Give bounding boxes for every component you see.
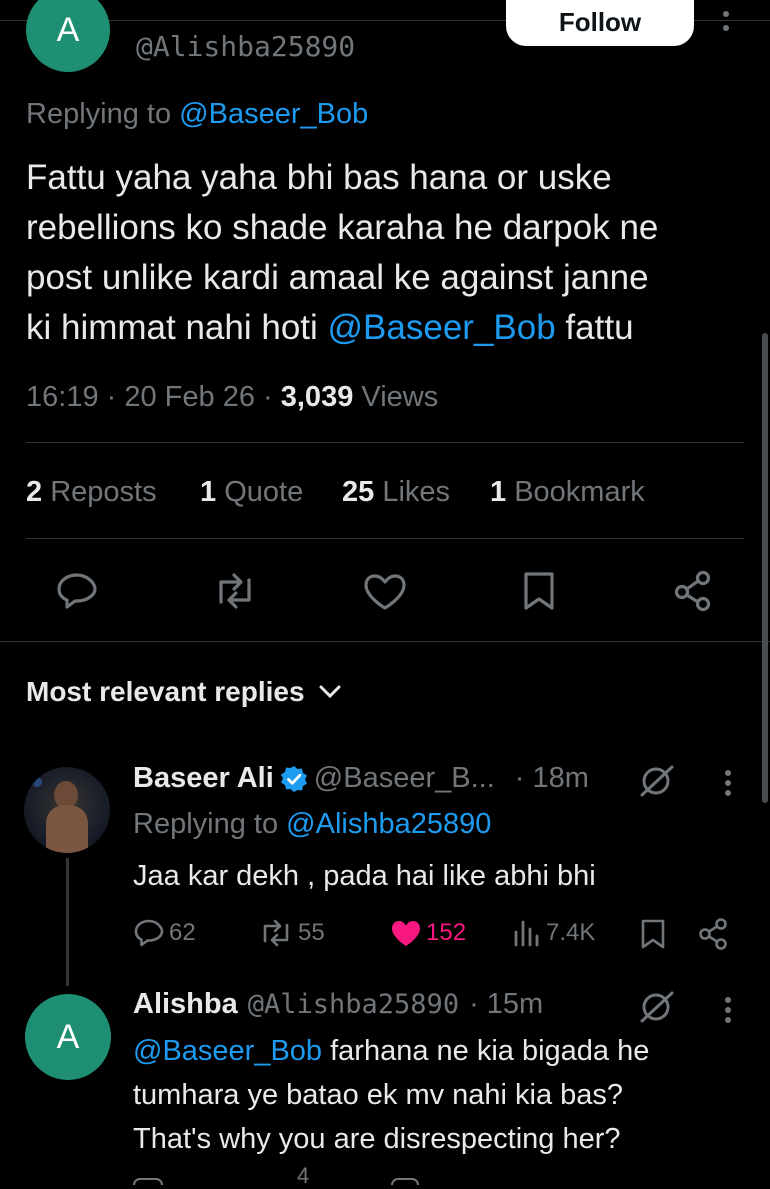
views-count: 3,039 [280,381,354,413]
reply-likes-count: 152 [426,919,467,946]
repost-small-icon [258,918,294,948]
share-icon[interactable] [672,570,714,612]
reply-text-line: tumhara ye batao ek mv nahi kia bas? [133,1079,624,1111]
repost-icon[interactable] [212,572,258,610]
verified-badge-icon [280,765,308,793]
views-label: Views [361,381,439,413]
sort-replies-selector[interactable]: Most relevant replies [26,676,341,708]
tweet-text-line: post unlike kardi amaal ke against janne [26,258,649,297]
reply-mention[interactable]: @Baseer_Bob [133,1035,322,1067]
reply-more-icon[interactable] [720,768,736,800]
reply-more-icon[interactable] [720,995,736,1027]
reply-time: · 18m [514,762,589,794]
replying-to-mention[interactable]: @Baseer_Bob [179,98,368,130]
reply-share-icon[interactable] [697,917,729,951]
reply-text: Jaa kar dekh , pada hai like abhi bhi [133,860,596,892]
reply-header: Baseer Ali @Baseer_B... · 18m [133,762,589,795]
tweet-time: 16:19 [26,381,99,413]
quotes-label: Quote [224,476,304,508]
chevron-down-icon [319,685,341,699]
grok-icon[interactable] [638,989,676,1025]
reply-text-line: @Baseer_Bob farhana ne kia bigada he [133,1029,649,1073]
tweet-text-line: Fattu yaha yaha bhi bas hana or uske [26,158,612,197]
reply-author-handle[interactable]: @Baseer_B... [314,762,495,795]
heart-filled-icon [390,918,422,948]
grok-icon[interactable] [638,763,676,799]
quotes-count: 1 [200,476,217,508]
reposts-stat[interactable]: 2 Reposts [26,476,157,509]
reply-partial-count: 4 [297,1163,310,1188]
meta-divider [26,442,744,443]
reply-replying-to: Replying to @Alishba25890 [133,808,491,841]
reply-replying-mention[interactable]: @Alishba25890 [286,808,491,840]
reply-avatar-baseer[interactable] [24,767,110,853]
bookmarks-label: Bookmark [514,476,645,508]
reply-action-replies[interactable]: 62 [133,918,196,948]
reposts-label: Reposts [50,476,157,508]
reply-action-likes[interactable]: 152 [390,918,466,948]
author-avatar[interactable]: A [26,0,110,72]
tweet-text-segment: fattu [555,308,634,347]
reply-text: @Baseer_Bob farhana ne kia bigada he tum… [133,1029,649,1161]
thread-line [66,858,69,986]
reply-replying-prefix: Replying to [133,808,287,840]
reply-small-icon [133,918,165,948]
tweet-meta: 16:19 · 20 Feb 26 · 3,039 Views [26,381,439,413]
follow-button[interactable]: Follow [506,0,694,46]
views-bar-icon [512,918,542,948]
reply-author-name[interactable]: Baseer Ali [133,762,274,795]
actions-divider [0,641,770,642]
reply-text-segment: farhana ne kia bigada he [322,1035,650,1067]
replying-to-prefix: Replying to [26,98,180,130]
scrollbar[interactable] [762,333,768,803]
reply-views-count: 7.4K [546,919,596,946]
bookmarks-count: 1 [490,476,507,508]
reply-author-handle[interactable]: @Alishba25890 [248,989,459,1020]
reply-icon[interactable] [56,572,98,610]
quotes-stat[interactable]: 1 Quote [200,476,303,509]
tweet-date: 20 Feb 26 [124,381,255,413]
likes-label: Likes [382,476,451,508]
tweet-text: Fattu yaha yaha bhi bas hana or uske reb… [26,153,658,353]
reply-replies-count: 62 [169,919,196,946]
tweet-mention[interactable]: @Baseer_Bob [328,308,556,347]
like-icon[interactable] [363,573,407,611]
tweet-text-segment: ki himmat nahi hoti [26,308,328,347]
tweet-text-line: rebellions ko shade karaha he darpok ne [26,208,659,247]
likes-count: 25 [342,476,375,508]
reply-avatar-alishba[interactable]: A [25,994,111,1080]
reply-bookmark-icon[interactable] [640,918,666,950]
reply-header: Alishba @Alishba25890 · 15m [133,988,543,1021]
more-options-icon[interactable] [718,8,734,38]
reply-partial-actions [133,1178,733,1185]
likes-stat[interactable]: 25 Likes [342,476,450,509]
author-handle[interactable]: @Alishba25890 [136,30,355,63]
stats-divider [26,538,744,539]
sort-label: Most relevant replies [26,676,305,707]
reply-author-name[interactable]: Alishba [133,988,238,1021]
tweet-text-line: ki himmat nahi hoti @Baseer_Bob fattu [26,303,658,353]
reposts-count: 2 [26,476,43,508]
bookmarks-stat[interactable]: 1 Bookmark [490,476,645,509]
reply-action-views[interactable]: 7.4K [512,918,595,948]
replying-to: Replying to @Baseer_Bob [26,98,368,131]
bookmark-icon[interactable] [522,571,556,611]
reply-time: · 15m [469,988,544,1020]
reply-text-line: That's why you are disrespecting her? [133,1123,621,1155]
reply-action-reposts[interactable]: 55 [258,918,325,948]
reply-reposts-count: 55 [298,919,325,946]
